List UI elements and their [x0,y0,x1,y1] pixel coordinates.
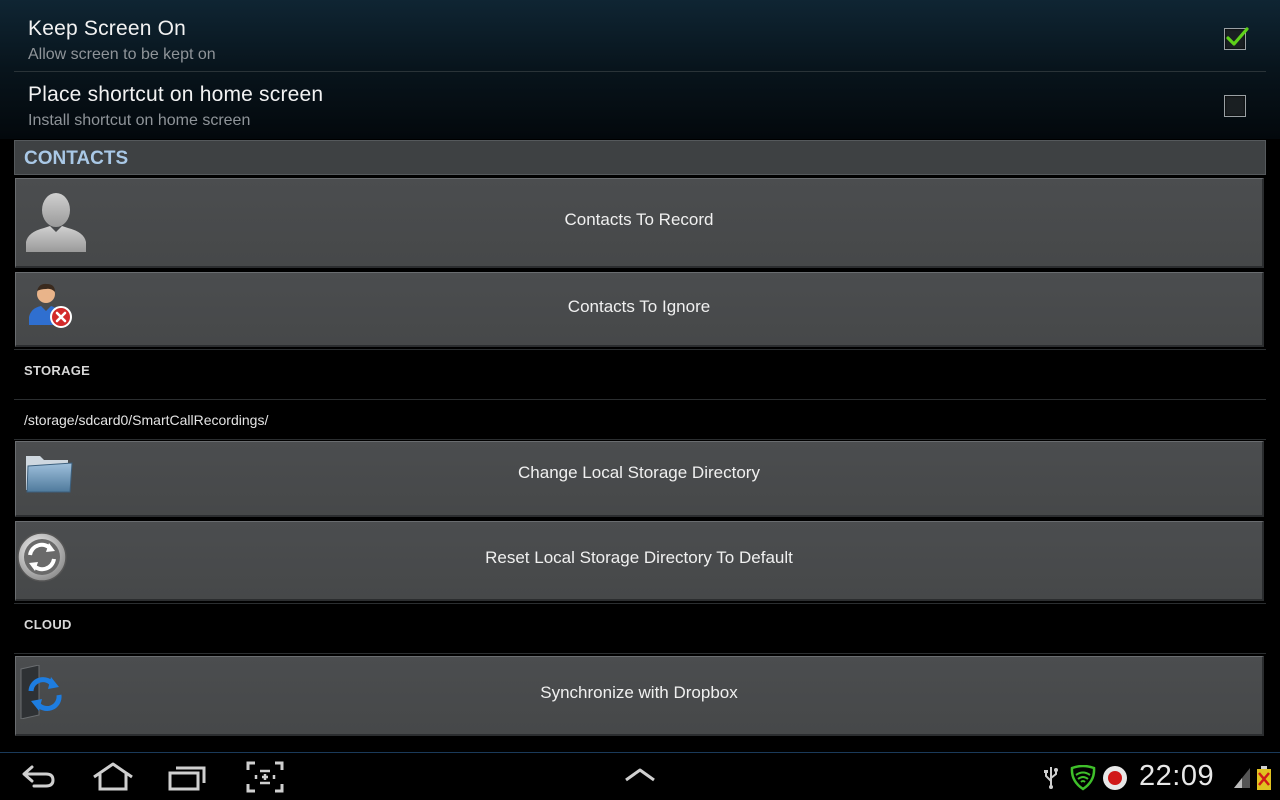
system-navigation-bar: 22:09 [0,752,1280,800]
preferences-panel: Keep Screen On Allow screen to be kept o… [0,0,1280,139]
record-icon [1103,766,1127,790]
dropbox-sync-button[interactable]: Synchronize with Dropbox [15,656,1264,736]
home-icon[interactable] [92,761,134,793]
pref-keep-screen-on[interactable]: Keep Screen On Allow screen to be kept o… [14,0,1266,72]
shortcut-home-checkbox[interactable] [1224,95,1246,117]
battery-icon [1257,766,1271,790]
pref-subtitle: Install shortcut on home screen [28,112,251,129]
contacts-to-ignore-button[interactable]: Contacts To Ignore [15,272,1264,347]
storage-path-text: /storage/sdcard0/SmartCallRecordings/ [24,412,269,428]
contacts-section-header: CONTACTS [14,140,1266,175]
contacts-to-record-label: Contacts To Record [564,210,714,229]
wifi-shield-icon [1070,765,1096,791]
screenshot-icon[interactable] [246,761,284,793]
contacts-to-record-button[interactable]: Contacts To Record [15,178,1264,268]
recent-apps-icon[interactable] [168,761,208,793]
signal-icon [1234,768,1250,788]
cloud-section-header: CLOUD [24,617,72,632]
pref-subtitle: Allow screen to be kept on [28,46,216,63]
change-storage-directory-button[interactable]: Change Local Storage Directory [15,441,1264,517]
chevron-up-icon[interactable] [624,767,656,783]
usb-icon [1044,767,1058,789]
check-icon [1226,27,1249,46]
change-storage-directory-label: Change Local Storage Directory [518,463,760,482]
divider [14,603,1266,604]
settings-screen: Keep Screen On Allow screen to be kept o… [0,0,1280,800]
pref-shortcut-home[interactable]: Place shortcut on home screen Install sh… [14,73,1266,139]
contacts-to-ignore-label: Contacts To Ignore [567,297,711,316]
reset-storage-directory-label: Reset Local Storage Directory To Default [485,548,793,567]
divider [14,399,1266,400]
divider [14,349,1266,350]
keep-screen-on-checkbox[interactable] [1224,27,1249,50]
back-icon[interactable] [20,761,58,793]
status-clock: 22:09 [1139,760,1215,792]
storage-section-header: STORAGE [24,363,91,378]
reset-storage-directory-button[interactable]: Reset Local Storage Directory To Default [15,521,1264,601]
divider [14,439,1266,440]
pref-title: Keep Screen On [28,17,187,40]
divider [14,653,1266,654]
dropbox-sync-label: Synchronize with Dropbox [540,683,738,702]
pref-title: Place shortcut on home screen [28,83,324,106]
